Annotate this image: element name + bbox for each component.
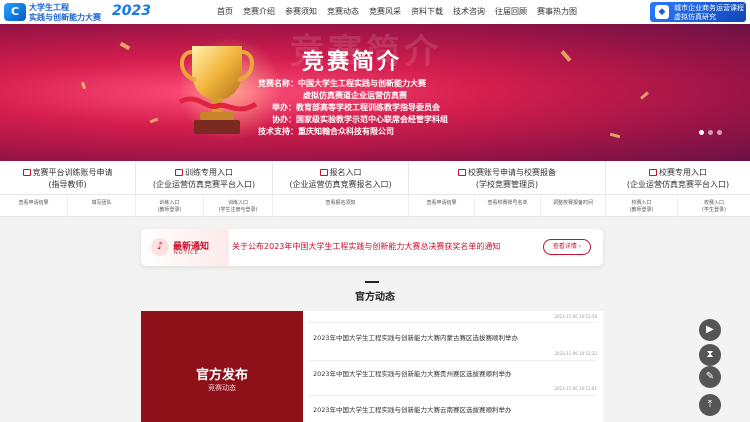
bell-icon: ♪ <box>151 238 169 256</box>
sub-link[interactable]: 调整校赛报备时间 <box>541 195 606 217</box>
notice-label-en: NOTICE <box>174 250 199 256</box>
sub-link[interactable]: 查看报名须知 <box>273 195 409 217</box>
news-panel[interactable]: 官方发布 竞赛动态 <box>141 311 303 422</box>
view-details-button[interactable]: 查看详情 › <box>543 239 591 255</box>
sub-link[interactable]: 填写团队 <box>68 195 136 217</box>
section-divider <box>365 281 379 283</box>
entry-school-contest[interactable]: 校赛专用入口 (企业运营仿真竞赛平台入口) <box>606 161 750 195</box>
sub-link[interactable]: 训练入口 (学生注册与登录) <box>204 195 273 217</box>
document-icon <box>22 169 31 176</box>
entry-title: 竞赛平台训练账号申请 <box>32 168 113 177</box>
news-panel-title: 官方发布 <box>195 368 248 383</box>
entry-title: 报名入口 <box>329 168 362 177</box>
nav-item-support[interactable]: 技术咨询 <box>448 0 490 24</box>
nav-item-downloads[interactable]: 资料下载 <box>406 0 448 24</box>
nav-item-notice[interactable]: 参赛须知 <box>280 0 322 24</box>
carousel-dot[interactable] <box>699 130 704 135</box>
banner-title: 竞赛简介 <box>302 50 403 75</box>
entry-account-apply[interactable]: 竞赛平台训练账号申请 (指导教师) <box>0 161 136 195</box>
nav-item-heatmap[interactable]: 赛事热力图 <box>532 0 582 24</box>
nav-item-intro[interactable]: 竞赛介绍 <box>238 0 280 24</box>
carousel-dot[interactable] <box>708 130 713 135</box>
banner-info-row: 竞赛名称：中国大学生工程实践与创新能力大赛 <box>258 79 426 88</box>
partner-logo-icon: ◆ <box>655 5 669 19</box>
partner-line2: 虚拟仿真研究 <box>674 13 716 21</box>
entry-sub-links: 查看申请结果 填写团队 训练入口 (教师登录) 训练入口 (学生注册与登录) 查看报… <box>0 195 750 217</box>
nav-item-news[interactable]: 竞赛动态 <box>322 0 364 24</box>
entry-sub: (企业运营仿真竞赛平台入口) <box>626 180 730 189</box>
logo-mark-icon: C <box>4 3 26 21</box>
entry-title: 训练专用入口 <box>185 168 233 177</box>
entry-title: 校赛专用入口 <box>659 168 707 177</box>
entry-sub: (学校竞赛管理员) <box>475 180 539 189</box>
banner-info-row: 协办：国家级实验教学示范中心联席会经管学科组 <box>272 115 448 124</box>
hero-banner: 竞赛简介 竞赛简介 竞赛名称：中国大学生工程实践与创新能力大赛 虚拟仿真赛道企业… <box>0 24 750 161</box>
news-date: 2023-11-06 10:53:59 <box>554 314 597 319</box>
news-list: 2023-11-06 10:53:59 2023年中国大学生工程实践与创新能力大… <box>303 311 603 422</box>
sub-link[interactable]: 查看申请结果 <box>0 195 68 217</box>
sub-link[interactable]: 查看申请结果 <box>409 195 475 217</box>
news-date: 2023-11-06 10:53:22 <box>554 351 597 356</box>
sub-link[interactable]: 校赛入口 (学生登录) <box>678 195 750 217</box>
nav-item-gallery[interactable]: 竞赛风采 <box>364 0 406 24</box>
play-icon[interactable]: ▶ <box>699 319 721 341</box>
entry-sub: (指导教师) <box>48 180 87 189</box>
sub-link[interactable]: 查看校赛账号名单 <box>475 195 541 217</box>
entry-training[interactable]: 训练专用入口 (企业运营仿真竞赛平台入口) <box>136 161 273 195</box>
trophy-icon <box>178 46 258 134</box>
sub-link[interactable]: 训练入口 (教师登录) <box>136 195 204 217</box>
notice-bar: ♪ 最新通知 NOTICE 关于公布2023年中国大学生工程实践与创新能力大赛总… <box>141 229 603 266</box>
section-title: 官方动态 <box>355 292 395 303</box>
edit-icon[interactable]: ✎ <box>699 366 721 388</box>
trophy-small-icon <box>649 169 657 176</box>
hourglass-icon[interactable]: ⧗ <box>699 344 721 366</box>
nav-item-history[interactable]: 往届回顾 <box>490 0 532 24</box>
lock-icon <box>458 169 466 176</box>
entry-sub: (企业运营仿真竞赛报名入口) <box>289 180 392 189</box>
nav-item-home[interactable]: 首页 <box>212 0 238 24</box>
official-news: 官方发布 竞赛动态 2023-11-06 10:53:59 2023年中国大学生… <box>141 311 603 422</box>
carousel-dots <box>699 130 722 135</box>
site-logo[interactable]: C 大学生工程 实践与创新能力大赛 <box>4 2 108 22</box>
entry-sub: (企业运营仿真竞赛平台入口) <box>152 180 256 189</box>
banner-info-row: 虚拟仿真赛道企业运营仿真赛 <box>303 91 407 100</box>
monitor-icon <box>175 169 183 176</box>
banner-info-row: 举办：教育部高等学校工程训练教学指导委员会 <box>272 103 440 112</box>
logo-line2: 实践与创新能力大赛 <box>29 13 101 22</box>
edit-icon <box>319 169 328 176</box>
notice-text[interactable]: 关于公布2023年中国大学生工程实践与创新能力大赛总决赛获奖名单的通知 <box>232 241 500 252</box>
quick-entries: 竞赛平台训练账号申请 (指导教师) 训练专用入口 (企业运营仿真竞赛平台入口) … <box>0 161 750 195</box>
main-nav: 首页 竞赛介绍 参赛须知 竞赛动态 竞赛风采 资料下载 技术咨询 往届回顾 赛事… <box>212 0 582 24</box>
site-header: C 大学生工程 实践与创新能力大赛 2023 首页 竞赛介绍 参赛须知 竞赛动态… <box>0 0 750 24</box>
entry-title: 校赛账号申请与校赛报备 <box>468 168 556 177</box>
year-badge: 2023 <box>112 3 151 19</box>
partner-brand[interactable]: ◆ 城市企业商务运营课程 虚拟仿真研究 <box>650 2 746 22</box>
news-panel-sub: 竞赛动态 <box>208 384 236 392</box>
notice-label: ♪ 最新通知 NOTICE <box>141 229 229 266</box>
carousel-dot[interactable] <box>717 130 722 135</box>
news-title: 2023年中国大学生工程实践与创新能力大赛贵州赛区选拔赛顺利举办 <box>313 370 512 378</box>
news-title: 2023年中国大学生工程实践与创新能力大赛内蒙古赛区选拔赛顺利举办 <box>313 334 519 342</box>
entry-registration[interactable]: 报名入口 (企业运营仿真竞赛报名入口) <box>273 161 409 195</box>
news-title: 2023年中国大学生工程实践与创新能力大赛云南赛区选拔赛顺利举办 <box>313 406 512 414</box>
news-date: 2023-11-06 10:51:01 <box>554 386 597 391</box>
top-icon[interactable]: ⤒ <box>699 394 721 416</box>
entry-school-account[interactable]: 校赛账号申请与校赛报备 (学校竞赛管理员) <box>409 161 606 195</box>
sub-link[interactable]: 校赛入口 (教师登录) <box>606 195 678 217</box>
banner-info-row: 技术支持：重庆知翰合众科技有限公司 <box>258 127 394 136</box>
banner-info: 竞赛名称：中国大学生工程实践与创新能力大赛 虚拟仿真赛道企业运营仿真赛 举办：教… <box>258 78 448 138</box>
